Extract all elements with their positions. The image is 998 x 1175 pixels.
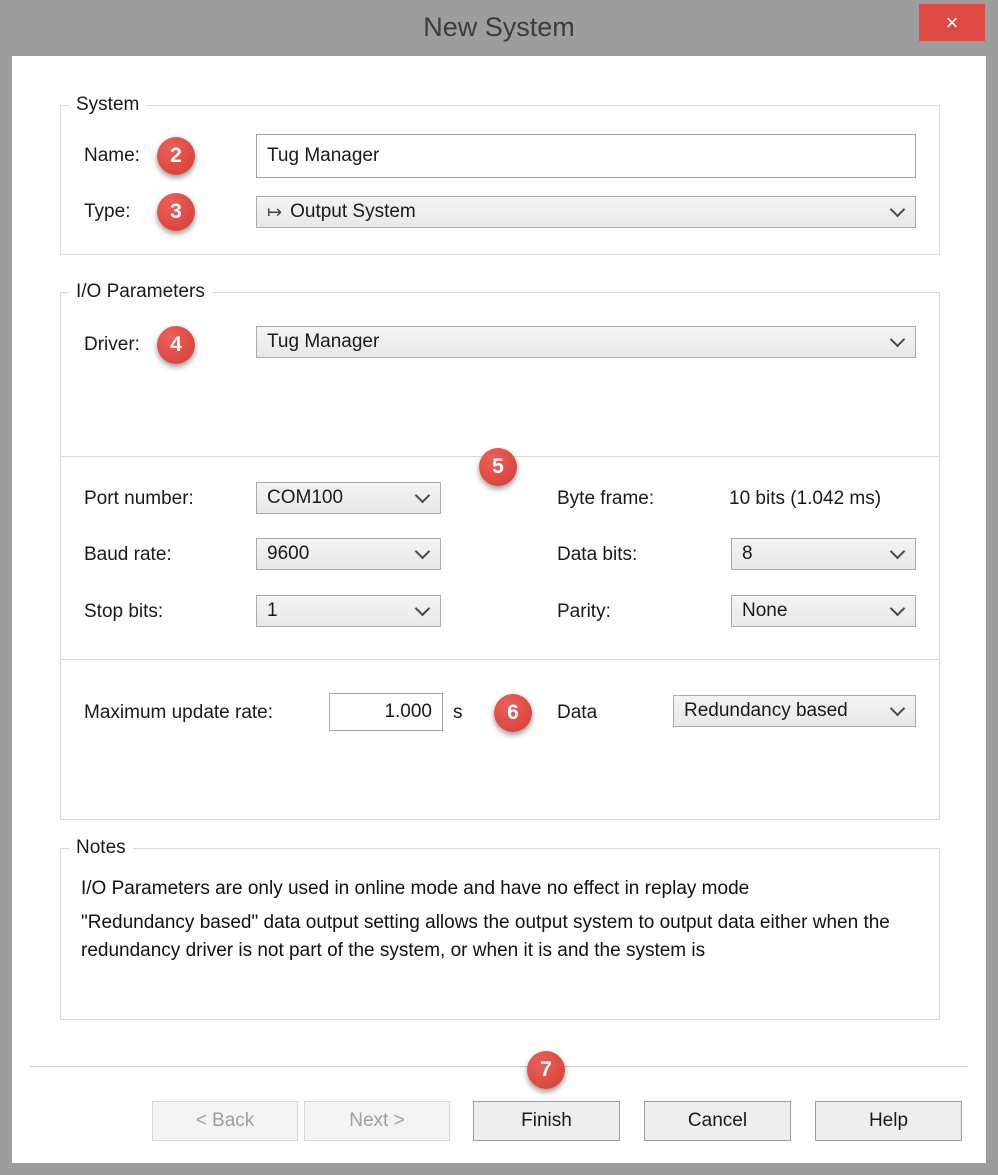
data-bits-label: Data bits: (557, 544, 637, 566)
baud-rate-value: 9600 (267, 543, 309, 565)
back-button: < Back (152, 1101, 298, 1141)
callout-badge-7: 7 (527, 1051, 565, 1089)
type-value: Output System (290, 201, 416, 223)
callout-badge-6: 6 (494, 694, 532, 732)
notes-group-label: Notes (69, 837, 133, 859)
parity-label: Parity: (557, 601, 611, 623)
data-mode-value: Redundancy based (684, 700, 848, 722)
type-label: Type: (84, 201, 130, 223)
system-group-label: System (69, 94, 146, 116)
driver-select[interactable]: Tug Manager (256, 326, 916, 358)
name-input[interactable] (256, 134, 916, 178)
max-update-rate-label: Maximum update rate: (84, 702, 273, 724)
driver-label: Driver: (84, 334, 140, 356)
name-label: Name: (84, 145, 140, 167)
titlebar: New System × (0, 0, 998, 56)
byte-frame-value: 10 bits (1.042 ms) (729, 488, 881, 510)
new-system-dialog: New System × System Name: 2 Type: 3 ↦ Ou… (0, 0, 998, 1175)
notes-group: Notes I/O Parameters are only used in on… (60, 848, 940, 1020)
callout-badge-4: 4 (157, 326, 195, 364)
chevron-down-icon (890, 544, 906, 560)
port-number-label: Port number: (84, 488, 194, 510)
data-bits-select[interactable]: 8 (731, 538, 916, 570)
section-divider (61, 659, 939, 660)
io-parameters-group: I/O Parameters Driver: 4 Tug Manager 5 P… (60, 292, 940, 820)
chevron-down-icon (415, 601, 431, 617)
io-group-label: I/O Parameters (69, 281, 212, 303)
chevron-down-icon (890, 701, 906, 717)
port-number-select[interactable]: COM100 (256, 482, 441, 514)
parity-select[interactable]: None (731, 595, 916, 627)
notes-line-1: I/O Parameters are only used in online m… (81, 875, 926, 903)
dialog-body: System Name: 2 Type: 3 ↦ Output System I… (12, 56, 986, 1163)
stop-bits-label: Stop bits: (84, 601, 163, 623)
driver-value: Tug Manager (267, 331, 379, 353)
close-button[interactable]: × (919, 4, 985, 41)
baud-rate-select[interactable]: 9600 (256, 538, 441, 570)
finish-button[interactable]: Finish (473, 1101, 620, 1141)
chevron-down-icon (890, 332, 906, 348)
callout-badge-3: 3 (157, 193, 195, 231)
footer-separator (30, 1066, 968, 1068)
max-update-rate-input[interactable] (329, 693, 443, 731)
close-icon: × (946, 10, 959, 36)
system-group: System Name: 2 Type: 3 ↦ Output System (60, 105, 940, 255)
stop-bits-value: 1 (267, 600, 278, 622)
data-label: Data (557, 702, 597, 724)
callout-badge-5: 5 (479, 448, 517, 486)
byte-frame-label: Byte frame: (557, 488, 654, 510)
stop-bits-select[interactable]: 1 (256, 595, 441, 627)
chevron-down-icon (890, 202, 906, 218)
notes-line-2: "Redundancy based" data output setting a… (81, 909, 926, 965)
dialog-title: New System (0, 12, 998, 43)
data-bits-value: 8 (742, 543, 753, 565)
parity-value: None (742, 600, 787, 622)
output-system-icon: ↦ (267, 202, 282, 223)
type-select[interactable]: ↦ Output System (256, 196, 916, 228)
baud-rate-label: Baud rate: (84, 544, 172, 566)
next-button: Next > (304, 1101, 450, 1141)
update-rate-unit: s (453, 702, 463, 724)
callout-badge-2: 2 (157, 137, 195, 175)
data-mode-select[interactable]: Redundancy based (673, 695, 916, 727)
chevron-down-icon (415, 488, 431, 504)
help-button[interactable]: Help (815, 1101, 962, 1141)
port-number-value: COM100 (267, 487, 343, 509)
cancel-button[interactable]: Cancel (644, 1101, 791, 1141)
chevron-down-icon (890, 601, 906, 617)
chevron-down-icon (415, 544, 431, 560)
